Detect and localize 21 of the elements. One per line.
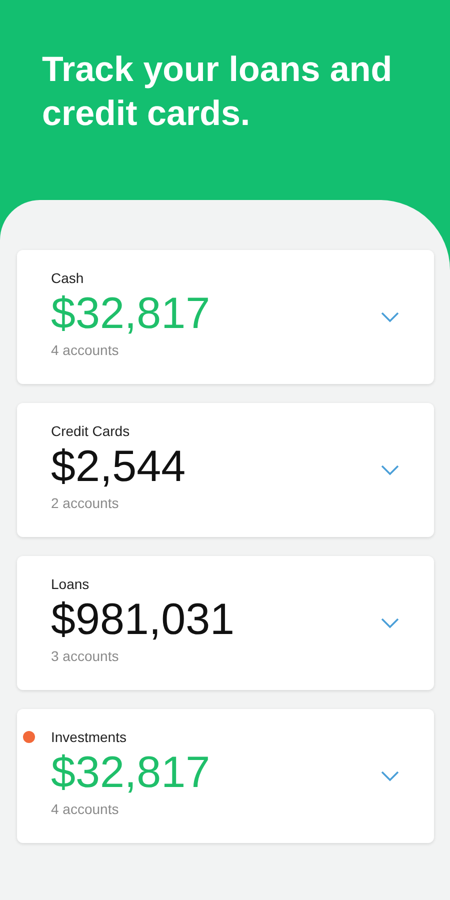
account-card[interactable]: Credit Cards $2,544 2 accounts: [17, 403, 434, 537]
headline: Track your loans and credit cards.: [42, 49, 394, 135]
account-amount: $981,031: [51, 594, 236, 646]
chevron-icon[interactable]: [380, 464, 400, 476]
chevron-icon[interactable]: [380, 311, 400, 323]
account-amount: $32,817: [51, 747, 212, 799]
account-amount: $32,817: [51, 288, 212, 340]
chevron-icon[interactable]: [380, 617, 400, 629]
account-count: 4 accounts: [51, 801, 120, 817]
account-label: Investments: [51, 729, 126, 745]
account-card[interactable]: Investments $32,817 4 accounts: [17, 709, 434, 843]
account-amount: $2,544: [51, 441, 187, 493]
account-count: 2 accounts: [51, 495, 120, 511]
account-label: Cash: [51, 270, 84, 286]
chevron-icon[interactable]: [380, 770, 400, 782]
account-card[interactable]: Cash $32,817 4 accounts: [17, 250, 434, 384]
account-count: 3 accounts: [51, 648, 120, 664]
account-label: Credit Cards: [51, 423, 130, 439]
account-label: Loans: [51, 576, 90, 592]
account-card[interactable]: Loans $981,031 3 accounts: [17, 556, 434, 690]
account-count: 4 accounts: [51, 342, 120, 358]
